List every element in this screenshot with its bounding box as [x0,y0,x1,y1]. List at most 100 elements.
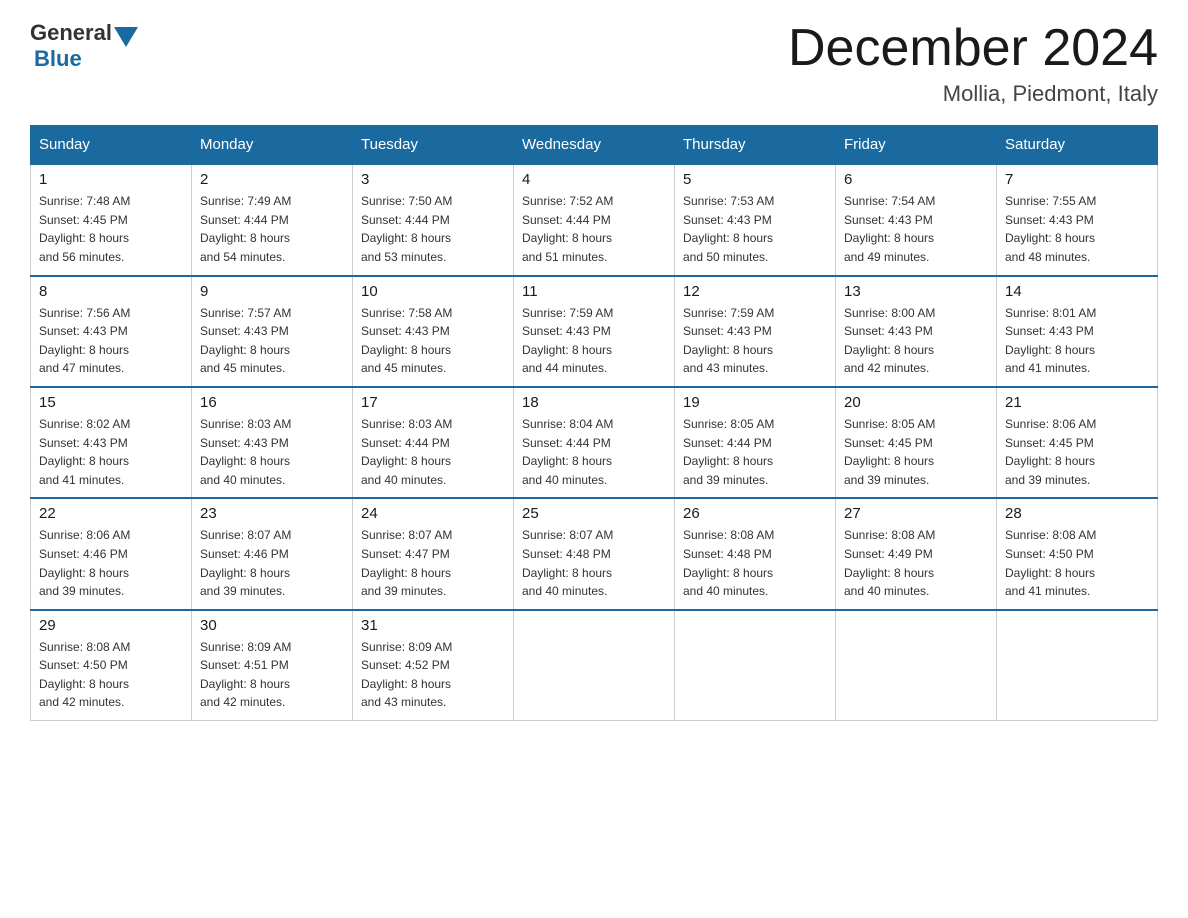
calendar-day-cell: 28Sunrise: 8:08 AMSunset: 4:50 PMDayligh… [997,498,1158,609]
col-wednesday: Wednesday [514,126,675,165]
calendar-day-cell [997,610,1158,721]
calendar-day-cell: 29 Sunrise: 8:08 AMSunset: 4:50 PMDayligh… [31,610,192,721]
day-info: Sunrise: 8:07 AMSunset: 4:48 PMDaylight:… [522,526,666,600]
day-info: Sunrise: 8:08 AMSunset: 4:49 PMDaylight:… [844,526,988,600]
calendar-day-cell: 14Sunrise: 8:01 AMSunset: 4:43 PMDayligh… [997,276,1158,387]
day-info: Sunrise: 8:07 AMSunset: 4:46 PMDaylight:… [200,526,344,600]
col-monday: Monday [192,126,353,165]
day-number: 17 [361,394,505,411]
col-friday: Friday [836,126,997,165]
day-number: 5 [683,171,827,188]
month-title: December 2024 [788,20,1158,77]
day-number: 13 [844,283,988,300]
day-info: Sunrise: 8:09 AMSunset: 4:52 PMDaylight:… [361,638,505,712]
day-number: 23 [200,505,344,522]
day-info: Sunrise: 8:04 AMSunset: 4:44 PMDaylight:… [522,415,666,489]
calendar-header: Sunday Monday Tuesday Wednesday Thursday… [31,126,1158,165]
calendar-day-cell [514,610,675,721]
logo-general-text: General [30,20,112,46]
day-info: Sunrise: 7:53 AMSunset: 4:43 PMDaylight:… [683,192,827,266]
calendar-day-cell: 31 Sunrise: 8:09 AMSunset: 4:52 PMDayligh… [353,610,514,721]
day-number: 26 [683,505,827,522]
day-number: 27 [844,505,988,522]
day-info: Sunrise: 8:02 AMSunset: 4:43 PMDaylight:… [39,415,183,489]
day-info: Sunrise: 8:03 AMSunset: 4:44 PMDaylight:… [361,415,505,489]
day-number: 12 [683,283,827,300]
day-number: 20 [844,394,988,411]
calendar-day-cell: 30Sunrise: 8:09 AMSunset: 4:51 PMDayligh… [192,610,353,721]
calendar-day-cell: 8 Sunrise: 7:56 AMSunset: 4:43 PMDaylight… [31,276,192,387]
day-number: 18 [522,394,666,411]
day-number: 29 [39,617,183,634]
calendar-table: Sunday Monday Tuesday Wednesday Thursday… [30,125,1158,721]
calendar-day-cell: 1Sunrise: 7:48 AMSunset: 4:45 PMDaylight… [31,164,192,275]
day-number: 22 [39,505,183,522]
day-info: Sunrise: 7:49 AMSunset: 4:44 PMDaylight:… [200,192,344,266]
day-info: Sunrise: 7:55 AMSunset: 4:43 PMDaylight:… [1005,192,1149,266]
day-info: Sunrise: 7:57 AMSunset: 4:43 PMDaylight:… [200,304,344,378]
day-info: Sunrise: 8:09 AMSunset: 4:51 PMDaylight:… [200,638,344,712]
day-info: Sunrise: 8:06 AMSunset: 4:46 PMDaylight:… [39,526,183,600]
day-info: Sunrise: 7:56 AMSunset: 4:43 PMDaylight:… [39,304,183,378]
day-number: 9 [200,283,344,300]
logo-triangle-icon [114,27,138,47]
day-number: 19 [683,394,827,411]
day-info: Sunrise: 7:54 AMSunset: 4:43 PMDaylight:… [844,192,988,266]
day-info: Sunrise: 8:08 AMSunset: 4:48 PMDaylight:… [683,526,827,600]
calendar-day-cell: 18 Sunrise: 8:04 AMSunset: 4:44 PMDayligh… [514,387,675,498]
title-block: December 2024 Mollia, Piedmont, Italy [788,20,1158,107]
day-info: Sunrise: 8:01 AMSunset: 4:43 PMDaylight:… [1005,304,1149,378]
day-number: 31 [361,617,505,634]
day-info: Sunrise: 7:58 AMSunset: 4:43 PMDaylight:… [361,304,505,378]
day-number: 15 [39,394,183,411]
logo-text: General [30,20,140,46]
location-subtitle: Mollia, Piedmont, Italy [788,81,1158,107]
calendar-day-cell: 13Sunrise: 8:00 AMSunset: 4:43 PMDayligh… [836,276,997,387]
calendar-day-cell: 25Sunrise: 8:07 AMSunset: 4:48 PMDayligh… [514,498,675,609]
day-info: Sunrise: 7:59 AMSunset: 4:43 PMDaylight:… [522,304,666,378]
day-info: Sunrise: 8:03 AMSunset: 4:43 PMDaylight:… [200,415,344,489]
calendar-week-row: 22 Sunrise: 8:06 AMSunset: 4:46 PMDayligh… [31,498,1158,609]
col-sunday: Sunday [31,126,192,165]
calendar-week-row: 1Sunrise: 7:48 AMSunset: 4:45 PMDaylight… [31,164,1158,275]
logo: General Blue [30,20,140,72]
calendar-week-row: 29 Sunrise: 8:08 AMSunset: 4:50 PMDayligh… [31,610,1158,721]
header-row: Sunday Monday Tuesday Wednesday Thursday… [31,126,1158,165]
calendar-day-cell: 22 Sunrise: 8:06 AMSunset: 4:46 PMDayligh… [31,498,192,609]
col-thursday: Thursday [675,126,836,165]
logo-blue-text: Blue [34,46,82,72]
day-info: Sunrise: 8:07 AMSunset: 4:47 PMDaylight:… [361,526,505,600]
calendar-day-cell: 7 Sunrise: 7:55 AMSunset: 4:43 PMDaylight… [997,164,1158,275]
page-header: General Blue December 2024 Mollia, Piedm… [30,20,1158,107]
calendar-body: 1Sunrise: 7:48 AMSunset: 4:45 PMDaylight… [31,164,1158,720]
day-info: Sunrise: 7:59 AMSunset: 4:43 PMDaylight:… [683,304,827,378]
day-info: Sunrise: 8:08 AMSunset: 4:50 PMDaylight:… [1005,526,1149,600]
col-tuesday: Tuesday [353,126,514,165]
calendar-day-cell: 9 Sunrise: 7:57 AMSunset: 4:43 PMDaylight… [192,276,353,387]
day-number: 3 [361,171,505,188]
calendar-day-cell: 2 Sunrise: 7:49 AMSunset: 4:44 PMDaylight… [192,164,353,275]
calendar-day-cell [675,610,836,721]
calendar-week-row: 8 Sunrise: 7:56 AMSunset: 4:43 PMDaylight… [31,276,1158,387]
calendar-day-cell: 21 Sunrise: 8:06 AMSunset: 4:45 PMDayligh… [997,387,1158,498]
calendar-day-cell: 3Sunrise: 7:50 AMSunset: 4:44 PMDaylight… [353,164,514,275]
day-info: Sunrise: 7:48 AMSunset: 4:45 PMDaylight:… [39,192,183,266]
col-saturday: Saturday [997,126,1158,165]
calendar-day-cell [836,610,997,721]
calendar-week-row: 15 Sunrise: 8:02 AMSunset: 4:43 PMDayligh… [31,387,1158,498]
calendar-day-cell: 15 Sunrise: 8:02 AMSunset: 4:43 PMDayligh… [31,387,192,498]
calendar-day-cell: 27 Sunrise: 8:08 AMSunset: 4:49 PMDayligh… [836,498,997,609]
day-number: 7 [1005,171,1149,188]
calendar-day-cell: 20Sunrise: 8:05 AMSunset: 4:45 PMDayligh… [836,387,997,498]
day-info: Sunrise: 8:06 AMSunset: 4:45 PMDaylight:… [1005,415,1149,489]
day-number: 8 [39,283,183,300]
day-number: 4 [522,171,666,188]
calendar-day-cell: 26 Sunrise: 8:08 AMSunset: 4:48 PMDayligh… [675,498,836,609]
day-number: 2 [200,171,344,188]
day-number: 21 [1005,394,1149,411]
day-info: Sunrise: 7:52 AMSunset: 4:44 PMDaylight:… [522,192,666,266]
calendar-day-cell: 11Sunrise: 7:59 AMSunset: 4:43 PMDayligh… [514,276,675,387]
calendar-day-cell: 19Sunrise: 8:05 AMSunset: 4:44 PMDayligh… [675,387,836,498]
calendar-day-cell: 6Sunrise: 7:54 AMSunset: 4:43 PMDaylight… [836,164,997,275]
day-info: Sunrise: 8:08 AMSunset: 4:50 PMDaylight:… [39,638,183,712]
